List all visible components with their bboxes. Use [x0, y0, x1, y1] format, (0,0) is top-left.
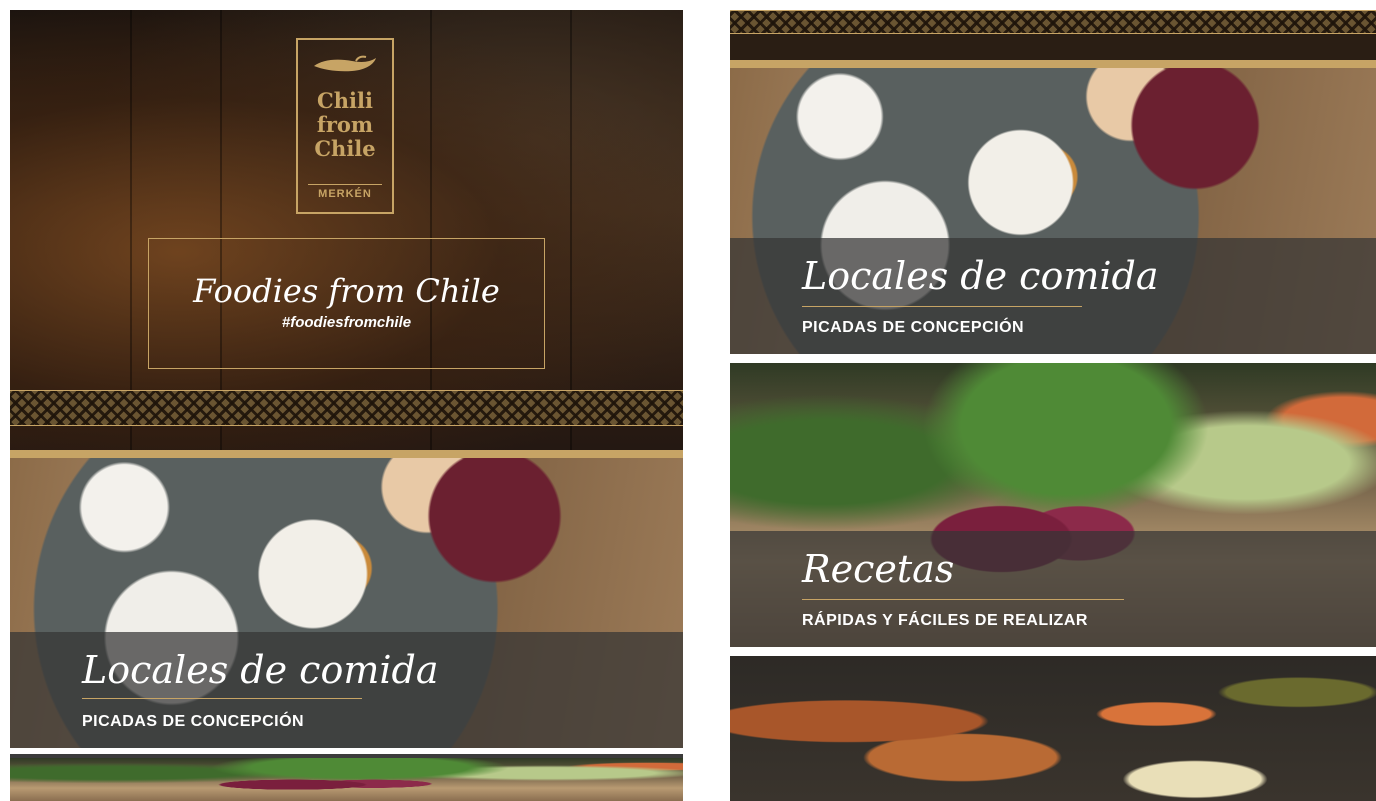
caption-rule — [802, 599, 1124, 600]
gold-divider — [730, 60, 1376, 68]
card-subtitle: RÁPIDAS Y FÁCILES DE REALIZAR — [802, 612, 1088, 629]
card-recetas-partial[interactable] — [10, 758, 683, 801]
caption-rule — [802, 306, 1082, 307]
caption-rule — [82, 698, 362, 699]
card-title: Recetas — [802, 547, 955, 591]
decorative-pattern-band — [730, 10, 1376, 34]
card-gap — [730, 647, 1376, 656]
logo-word-3: Chile — [314, 136, 376, 161]
header-strip — [730, 10, 1376, 60]
logo-word-1: Chili — [317, 88, 373, 113]
card-locales-de-comida[interactable]: Locales de comida PICADAS DE CONCEPCIÓN — [730, 68, 1376, 354]
logo-subtitle: MERKÉN — [308, 184, 382, 200]
brand-logo[interactable]: Chili from Chile MERKÉN — [296, 38, 394, 214]
card-bread-partial[interactable] — [730, 656, 1376, 801]
gold-divider — [10, 450, 683, 458]
card-recetas[interactable]: Recetas RÁPIDAS Y FÁCILES DE REALIZAR — [730, 363, 1376, 647]
card-subtitle: PICADAS DE CONCEPCIÓN — [802, 319, 1025, 336]
left-screen: Chili from Chile MERKÉN Foodies from Chi… — [10, 10, 683, 801]
card-title: Locales de comida — [82, 648, 439, 692]
hero-hashtag[interactable]: #foodiesfromchile — [10, 314, 683, 331]
right-screen: Locales de comida PICADAS DE CONCEPCIÓN … — [730, 10, 1376, 801]
card-title: Locales de comida — [802, 254, 1159, 298]
card-subtitle: PICADAS DE CONCEPCIÓN — [82, 713, 305, 730]
card-gap — [730, 354, 1376, 363]
hero-title: Foodies from Chile — [193, 272, 500, 310]
card-locales-de-comida[interactable]: Locales de comida PICADAS DE CONCEPCIÓN — [10, 458, 683, 748]
chili-icon — [314, 55, 376, 72]
logo-word-2: from — [316, 112, 374, 137]
decorative-pattern-band — [10, 390, 683, 426]
hero-section: Chili from Chile MERKÉN Foodies from Chi… — [10, 10, 683, 450]
